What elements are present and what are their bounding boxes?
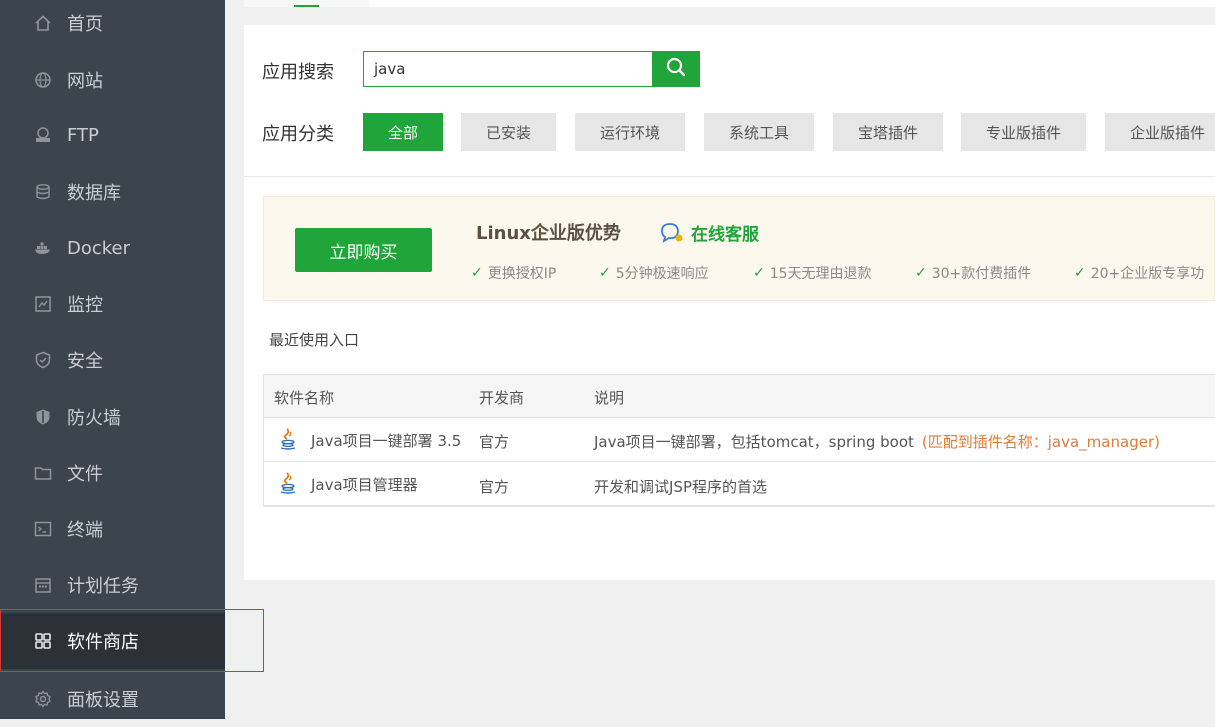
monitor-icon	[32, 293, 54, 315]
sidebar-item-monitor[interactable]: 监控	[0, 276, 225, 332]
firewall-shield-icon	[32, 406, 54, 428]
software-table: 软件名称 开发商 说明 Java项目一键部署 3.5 官方 Java项目一键部署…	[263, 374, 1215, 507]
sidebar-item-label: 文件	[67, 464, 103, 485]
sidebar-item-website[interactable]: 网站	[0, 52, 225, 108]
search-label: 应用搜索	[262, 62, 334, 83]
docker-icon	[32, 237, 54, 259]
promo-feature: ✓ 15天无理由退款	[753, 265, 872, 282]
match-note: (匹配到插件名称：java_manager)	[921, 433, 1160, 451]
check-icon: ✓	[599, 265, 611, 281]
search-button[interactable]	[652, 51, 700, 87]
category-runtime-button[interactable]: 运行环境	[575, 113, 685, 151]
software-description: 开发和调试JSP程序的首选	[594, 478, 767, 496]
home-icon	[32, 12, 54, 34]
sidebar-item-label: FTP	[67, 124, 99, 146]
ftp-icon	[32, 124, 54, 146]
online-service-link[interactable]: 在线客服	[659, 220, 759, 245]
sidebar-item-cron[interactable]: 计划任务	[0, 557, 225, 613]
category-system-tools-button[interactable]: 系统工具	[704, 113, 814, 151]
java-icon	[280, 472, 296, 494]
sidebar-item-label: 网站	[67, 71, 103, 92]
software-name: Java项目一键部署 3.5	[311, 432, 462, 450]
sidebar-item-database[interactable]: 数据库	[0, 164, 225, 220]
active-tab-indicator	[294, 5, 319, 7]
check-icon: ✓	[471, 265, 483, 281]
sidebar-item-label: 监控	[67, 295, 103, 316]
category-bt-plugins-button[interactable]: 宝塔插件	[833, 113, 943, 151]
section-divider	[244, 176, 1215, 177]
category-all-button[interactable]: 全部	[363, 113, 443, 151]
column-header-vendor: 开发商	[479, 389, 525, 407]
software-description: Java项目一键部署，包括tomcat，spring boot (匹配到插件名称：…	[594, 433, 1160, 451]
sidebar-item-software-store[interactable]: 软件商店	[0, 613, 225, 669]
globe-icon	[32, 69, 54, 91]
table-row[interactable]: Java项目一键部署 3.5 官方 Java项目一键部署，包括tomcat，sp…	[264, 418, 1215, 462]
recent-entry-label: 最近使用入口	[269, 331, 360, 349]
category-label: 应用分类	[262, 124, 334, 145]
sidebar-item-label: 数据库	[67, 183, 121, 204]
shield-check-icon	[32, 349, 54, 371]
database-icon	[32, 181, 54, 203]
promo-title: Linux企业版优势	[476, 223, 621, 244]
category-pro-plugins-button[interactable]: 专业版插件	[961, 113, 1086, 151]
gear-icon	[32, 688, 54, 710]
sidebar-item-label: Docker	[67, 237, 131, 259]
search-input[interactable]: java	[363, 51, 653, 87]
sidebar-item-terminal[interactable]: 终端	[0, 501, 225, 557]
software-name: Java项目管理器	[311, 476, 418, 494]
software-vendor: 官方	[479, 433, 510, 451]
sidebar-item-docker[interactable]: Docker	[0, 220, 225, 276]
calendar-icon	[32, 574, 54, 596]
promo-feature: ✓ 30+款付费插件	[915, 265, 1032, 282]
sidebar-item-ftp[interactable]: FTP	[0, 107, 225, 163]
table-header: 软件名称 开发商 说明	[264, 375, 1215, 418]
sidebar-item-label: 面板设置	[67, 690, 139, 711]
sidebar-item-firewall[interactable]: 防火墙	[0, 389, 225, 445]
column-header-description: 说明	[594, 389, 625, 407]
sidebar-item-label: 防火墙	[67, 408, 121, 429]
folder-icon	[32, 462, 54, 484]
online-service-label: 在线客服	[691, 225, 759, 245]
category-installed-button[interactable]: 已安装	[461, 113, 556, 151]
software-vendor: 官方	[479, 478, 510, 496]
terminal-icon	[32, 518, 54, 540]
promo-feature: ✓ 5分钟极速响应	[599, 265, 709, 282]
sidebar-item-security[interactable]: 安全	[0, 332, 225, 388]
sidebar: 首页 网站 FTP 数据库 Docker 监控 安全 防火墙 文件 终端 计划任…	[0, 0, 225, 719]
chat-bubble-icon	[661, 222, 683, 243]
top-tab-strip	[244, 0, 1215, 7]
table-row[interactable]: Java项目管理器 官方 开发和调试JSP程序的首选	[264, 462, 1215, 506]
buy-now-button[interactable]: 立即购买	[295, 228, 432, 272]
category-enterprise-plugins-button[interactable]: 企业版插件	[1105, 113, 1215, 151]
promo-feature: ✓ 更换授权IP	[471, 265, 557, 282]
sidebar-item-label: 计划任务	[67, 576, 139, 597]
sidebar-item-label: 软件商店	[67, 632, 139, 653]
check-icon: ✓	[753, 265, 765, 281]
check-icon: ✓	[1074, 265, 1086, 281]
java-icon	[280, 428, 296, 450]
sidebar-item-label: 首页	[67, 14, 103, 35]
check-icon: ✓	[915, 265, 927, 281]
sidebar-item-home[interactable]: 首页	[0, 0, 225, 51]
promo-feature: ✓ 20+企业版专享功	[1074, 265, 1205, 282]
sidebar-item-files[interactable]: 文件	[0, 445, 225, 501]
search-icon	[665, 56, 687, 82]
grid-apps-icon	[32, 630, 54, 652]
sidebar-item-label: 终端	[67, 520, 103, 541]
sidebar-item-label: 安全	[67, 351, 103, 372]
column-header-name: 软件名称	[274, 389, 335, 407]
